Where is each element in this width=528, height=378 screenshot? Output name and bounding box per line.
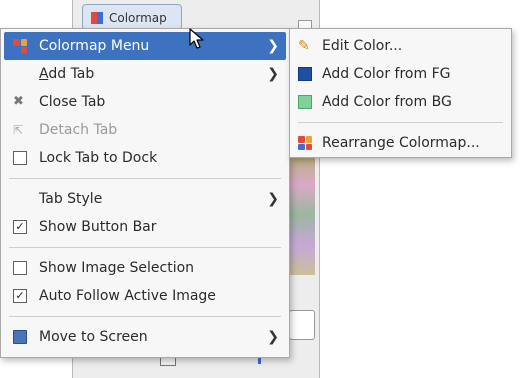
menu-item-add-color-fg[interactable]: Add Color from FG [290,60,511,88]
fg-swatch-icon [298,67,312,81]
menu-separator [298,122,503,123]
checkbox-unchecked[interactable] [13,261,27,275]
tab-colormap[interactable]: Colormap [82,4,182,30]
menu-item-show-image-selection[interactable]: Show Image Selection [1,254,289,282]
colormap-icon [91,12,103,24]
checkbox-checked[interactable]: ✓ [13,220,27,234]
menu-separator [9,178,281,179]
close-icon: ✖ [13,94,24,109]
screen-icon [13,330,27,344]
dock-context-menu: Colormap Menu ❯ Add Tab ❯ ✖ Close Tab ⇱ … [0,28,290,358]
chevron-right-icon: ❯ [267,191,279,207]
menu-item-add-tab[interactable]: Add Tab ❯ [1,60,289,88]
colormap-submenu: ✎ Edit Color... Add Color from FG Add Co… [289,28,512,158]
menu-item-show-button-bar[interactable]: ✓ Show Button Bar [1,213,289,241]
add-tab-label-rest: dd Tab [48,66,95,82]
mouse-pointer-icon [189,28,204,49]
color-index-input[interactable] [289,310,315,340]
colormap-icon [13,39,27,53]
menu-separator [9,316,281,317]
chevron-right-icon: ❯ [267,66,279,82]
menu-item-add-color-bg[interactable]: Add Color from BG [290,88,511,116]
menu-item-tab-style[interactable]: Tab Style ❯ [1,185,289,213]
edit-icon: ✎ [298,38,310,54]
colormap-swatches [289,155,315,275]
menu-item-edit-color[interactable]: ✎ Edit Color... [290,32,511,60]
checkbox-unchecked[interactable] [13,151,27,165]
menu-item-detach-tab[interactable]: ⇱ Detach Tab [1,116,289,144]
menu-separator [9,247,281,248]
detach-icon: ⇱ [13,123,24,137]
colormap-icon [298,136,312,150]
menu-item-close-tab[interactable]: ✖ Close Tab [1,88,289,116]
menu-item-lock-tab[interactable]: Lock Tab to Dock [1,144,289,172]
chevron-right-icon: ❯ [267,329,279,345]
menu-item-rearrange-colormap[interactable]: Rearrange Colormap... [290,129,511,157]
checkbox-checked[interactable]: ✓ [13,289,27,303]
menu-item-move-to-screen[interactable]: Move to Screen ❯ [1,323,289,351]
menu-item-auto-follow[interactable]: ✓ Auto Follow Active Image [1,282,289,310]
menu-item-colormap-menu[interactable]: Colormap Menu ❯ [4,32,286,60]
chevron-right-icon: ❯ [267,38,279,54]
bg-swatch-icon [298,95,312,109]
